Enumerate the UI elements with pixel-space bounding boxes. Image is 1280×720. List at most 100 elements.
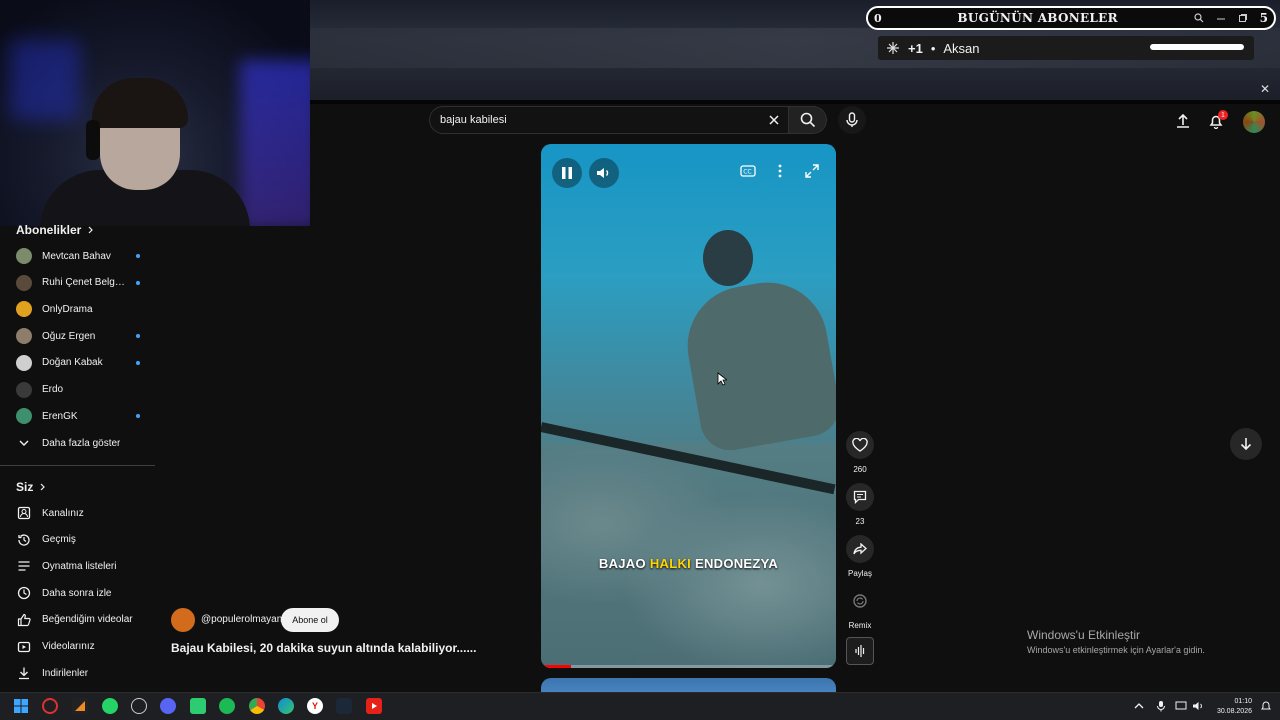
settings-icon[interactable] [131, 698, 147, 714]
avatar [16, 248, 32, 264]
sidebar-subscription-item[interactable]: Erdo [16, 379, 140, 401]
captions-button[interactable]: CC [734, 158, 762, 184]
search-box[interactable] [429, 106, 789, 134]
volume-icon[interactable] [1191, 699, 1205, 713]
sidebar-you-item[interactable]: Geçmiş [16, 529, 140, 551]
notification-center-icon[interactable] [1258, 698, 1274, 714]
chevron-right-icon [88, 226, 94, 234]
remix-button[interactable] [846, 587, 874, 615]
share-button[interactable] [846, 535, 874, 563]
volume-icon [597, 168, 609, 178]
video-progress-bar[interactable] [541, 665, 836, 668]
chat-app-icon[interactable] [190, 698, 206, 714]
like-action[interactable]: 260 [846, 431, 874, 474]
you-title: Siz [16, 480, 34, 494]
edge-icon[interactable] [278, 698, 294, 714]
subscriptions-heading[interactable]: Abonelikler [16, 223, 95, 237]
search-icon [800, 112, 815, 128]
sound-button[interactable] [846, 637, 874, 665]
playlist-icon [16, 558, 32, 574]
sidebar-subscription-item[interactable]: Oğuz Ergen [16, 325, 140, 347]
yandex-icon[interactable]: Y [307, 698, 323, 714]
subscribe-button[interactable]: Abone ol [281, 608, 339, 632]
sidebar-you-item[interactable]: Oynatma listeleri [16, 555, 140, 577]
voice-search-button[interactable] [838, 106, 866, 134]
sidebar-you-item[interactable]: Beğendiğim videolar [16, 609, 140, 631]
share-action[interactable]: Paylaş [846, 535, 874, 578]
sidebar-you-item[interactable]: Daha sonra izle [16, 582, 140, 604]
channel-avatar[interactable] [171, 608, 195, 632]
screen: ✕ 0 BUGÜNÜN ABONELER 5 +1 • Aksan Abonel… [0, 0, 1280, 720]
microphone-icon [846, 112, 858, 127]
sidebar-item-label: Videolarınız [42, 641, 95, 652]
chevron-right-icon [40, 483, 46, 491]
spotify-icon[interactable] [219, 698, 235, 714]
avatar[interactable] [1243, 111, 1265, 133]
minimize-icon[interactable] [1216, 13, 1226, 23]
sidebar-subscription-item[interactable]: Mevtcan Bahav [16, 245, 140, 267]
restore-icon[interactable] [1238, 13, 1248, 23]
remix-action[interactable]: Remix [846, 587, 874, 630]
caption-word: ENDONEZYA [694, 556, 779, 571]
chrome-icon[interactable] [249, 698, 265, 714]
pause-button[interactable] [552, 158, 582, 188]
search-input[interactable] [440, 114, 760, 126]
sidebar-item-label: ErenGK [42, 410, 78, 422]
sidebar-you-item[interactable]: İndirilenler [16, 662, 140, 684]
sidebar-item-label: Mevtcan Bahav [42, 250, 111, 262]
spark-icon [887, 42, 899, 54]
windows-start-icon[interactable] [13, 698, 29, 714]
fullscreen-button[interactable] [798, 158, 826, 184]
sidebar-subscription-item[interactable]: ErenGK [16, 405, 140, 427]
volume-button[interactable] [589, 158, 619, 188]
network-icon[interactable] [1174, 699, 1188, 713]
upload-icon [1177, 113, 1189, 128]
headset [86, 120, 100, 160]
upload-button[interactable] [1172, 110, 1194, 132]
opera-icon[interactable] [42, 698, 58, 714]
video-caption: BAJAO HALKI ENDONEZYA [541, 556, 836, 571]
microphone-icon[interactable] [1154, 699, 1168, 713]
search-icon[interactable] [1194, 13, 1204, 23]
sidebar-you-item[interactable]: Kanalınız [16, 502, 140, 524]
you-heading[interactable]: Siz [16, 480, 47, 494]
youtube-icon[interactable] [366, 698, 382, 714]
new-content-dot [136, 360, 140, 365]
short-title[interactable]: Bajau Kabilesi, 20 dakika suyun altında … [171, 641, 476, 655]
latest-subscriber-name: Aksan [943, 40, 980, 56]
chevron-up-icon[interactable] [1132, 699, 1146, 713]
remix-icon [853, 594, 867, 608]
comments-button[interactable] [846, 483, 874, 511]
search-button[interactable] [789, 106, 827, 134]
expand-icon [805, 164, 819, 178]
discord-icon[interactable] [160, 698, 176, 714]
sidebar-item-label: Erdo [42, 384, 64, 395]
sidebar-item-label: İndirilenler [42, 667, 89, 679]
clear-search-button[interactable] [764, 110, 784, 130]
steam-icon[interactable] [336, 698, 352, 714]
sidebar-item-label: Oğuz Ergen [42, 330, 96, 342]
sidebar-item-label: Oynatma listeleri [42, 560, 117, 572]
streaming-app-icon[interactable] [72, 698, 88, 714]
sidebar-subscription-item[interactable]: Doğan Kabak [16, 352, 140, 374]
sidebar-you-item[interactable]: Videolarınız [16, 636, 140, 658]
video-icon [16, 639, 32, 655]
show-more-button[interactable]: Daha fazla göster [16, 432, 140, 454]
shorts-video-player[interactable]: CC BAJAO HALKI ENDONEZYA [541, 144, 836, 668]
comment-action[interactable]: 23 [846, 483, 874, 526]
more-options-button[interactable] [766, 158, 794, 184]
sidebar-subscription-item[interactable]: OnlyDrama [16, 298, 140, 320]
video-progress-fill [541, 665, 571, 668]
close-icon[interactable]: ✕ [1260, 82, 1270, 96]
avatar [16, 274, 32, 291]
new-content-dot [136, 334, 140, 339]
channel-name[interactable]: @populerolmayan [201, 614, 282, 625]
next-video-button[interactable] [1230, 428, 1262, 460]
whatsapp-icon[interactable] [102, 698, 118, 714]
closed-captions-icon: CC [740, 165, 756, 177]
chevron-down-icon [16, 435, 32, 451]
like-button[interactable] [846, 431, 874, 459]
system-clock[interactable]: 01:10 30.08.2026 [1214, 697, 1252, 717]
sidebar-subscription-item[interactable]: Ruhi Çenet Belge... [16, 272, 140, 294]
remix-label: Remix [848, 621, 872, 630]
